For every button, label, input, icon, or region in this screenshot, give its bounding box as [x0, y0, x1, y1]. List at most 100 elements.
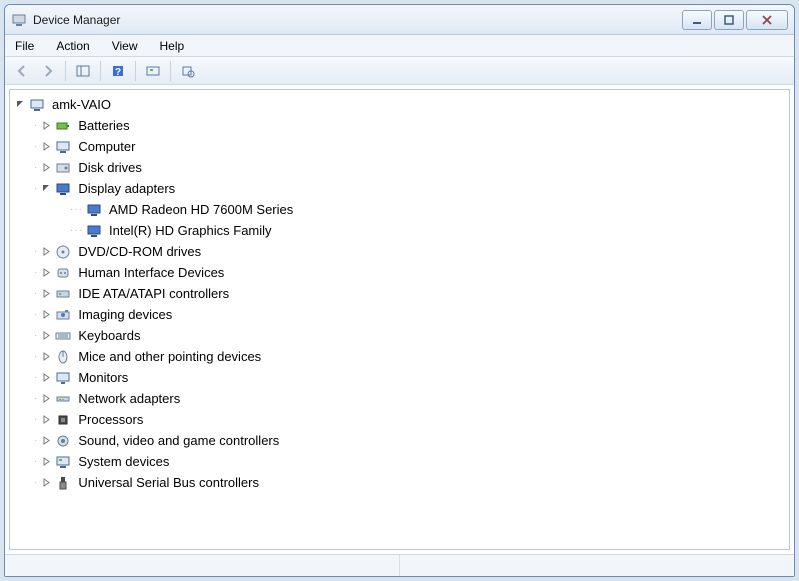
- expand-icon[interactable]: [40, 477, 52, 489]
- tree-category[interactable]: ·DVD/CD-ROM drives: [12, 241, 787, 262]
- tree-category[interactable]: ·Mice and other pointing devices: [12, 346, 787, 367]
- tree-device[interactable]: ··· AMD Radeon HD 7600M Series: [12, 199, 787, 220]
- display-icon: [54, 181, 72, 197]
- menu-view[interactable]: View: [108, 37, 142, 55]
- tree-guide: ·: [34, 120, 38, 131]
- tree-category[interactable]: ·IDE ATA/ATAPI controllers: [12, 283, 787, 304]
- expand-icon[interactable]: [40, 393, 52, 405]
- optical-icon: [54, 244, 72, 260]
- expand-icon[interactable]: [40, 330, 52, 342]
- expand-icon[interactable]: [40, 141, 52, 153]
- menubar: File Action View Help: [5, 35, 794, 57]
- device-manager-window: Device Manager File Action View Help ? a…: [4, 4, 795, 577]
- expand-icon[interactable]: [40, 351, 52, 363]
- tree-guide: ·: [34, 309, 38, 320]
- expand-icon[interactable]: [40, 456, 52, 468]
- collapse-icon[interactable]: [14, 99, 26, 111]
- maximize-button[interactable]: [714, 10, 744, 30]
- tree-device[interactable]: ···Intel(R) HD Graphics Family: [12, 220, 787, 241]
- tree-category-label: System devices: [76, 453, 171, 470]
- tree-category[interactable]: · Computer: [12, 136, 787, 157]
- expand-icon[interactable]: [40, 288, 52, 300]
- tree-category[interactable]: · Disk drives: [12, 157, 787, 178]
- tree-guide: ·: [34, 183, 38, 194]
- status-cell: [400, 555, 794, 576]
- tree-guide: ·: [34, 456, 38, 467]
- properties-button[interactable]: [177, 60, 199, 82]
- system-icon: [54, 454, 72, 470]
- statusbar: [5, 554, 794, 576]
- tree-guide: ·: [34, 267, 38, 278]
- tree-category[interactable]: ·Monitors: [12, 367, 787, 388]
- tree-category-label: Display adapters: [76, 180, 177, 197]
- sound-icon: [54, 433, 72, 449]
- tree-device-label: AMD Radeon HD 7600M Series: [107, 201, 295, 218]
- computer-icon: [54, 139, 72, 155]
- minimize-button[interactable]: [682, 10, 712, 30]
- tree-category[interactable]: ·Batteries: [12, 115, 787, 136]
- imaging-icon: [54, 307, 72, 323]
- tree-guide: ·: [34, 414, 38, 425]
- tree-guide: ·: [34, 246, 38, 257]
- tree-category[interactable]: · Sound, video and game controllers: [12, 430, 787, 451]
- expand-icon[interactable]: [40, 120, 52, 132]
- tree-guide: ·: [34, 141, 38, 152]
- cpu-icon: [54, 412, 72, 428]
- network-icon: [54, 391, 72, 407]
- device-tree[interactable]: amk-VAIO·Batteries·Computer·Disk drives·…: [9, 89, 790, 550]
- tree-category[interactable]: · Processors: [12, 409, 787, 430]
- ide-icon: [54, 286, 72, 302]
- expand-icon[interactable]: [40, 267, 52, 279]
- scan-hardware-button[interactable]: [142, 60, 164, 82]
- window-controls: [682, 10, 788, 30]
- tree-guide: ·: [34, 162, 38, 173]
- tree-category[interactable]: · Keyboards: [12, 325, 787, 346]
- menu-file[interactable]: File: [11, 37, 38, 55]
- tree-category-label: Computer: [76, 138, 137, 155]
- tree-category[interactable]: ·Network adapters: [12, 388, 787, 409]
- window-title: Device Manager: [33, 13, 676, 27]
- tree-guide: ·: [34, 435, 38, 446]
- expand-icon[interactable]: [40, 246, 52, 258]
- toolbar-separator: [170, 61, 171, 81]
- tree-category-label: Disk drives: [76, 159, 144, 176]
- toolbar-separator: [65, 61, 66, 81]
- tree-category[interactable]: · System devices: [12, 451, 787, 472]
- svg-text:?: ?: [115, 67, 121, 78]
- back-button[interactable]: [11, 60, 33, 82]
- menu-action[interactable]: Action: [52, 37, 93, 55]
- tree-guide: ···: [70, 204, 83, 215]
- tree-guide: ···: [70, 225, 83, 236]
- tree-category[interactable]: ·Human Interface Devices: [12, 262, 787, 283]
- computer-icon: [28, 97, 46, 113]
- tree-category-label: Sound, video and game controllers: [76, 432, 281, 449]
- tree-category-label: Keyboards: [76, 327, 142, 344]
- tree-category[interactable]: · Imaging devices: [12, 304, 787, 325]
- status-cell: [5, 555, 400, 576]
- titlebar[interactable]: Device Manager: [5, 5, 794, 35]
- close-button[interactable]: [746, 10, 788, 30]
- tree-guide: ·: [34, 330, 38, 341]
- expand-icon[interactable]: [40, 309, 52, 321]
- show-hide-tree-button[interactable]: [72, 60, 94, 82]
- tree-category-label: Processors: [76, 411, 145, 428]
- expand-icon[interactable]: [40, 162, 52, 174]
- collapse-icon[interactable]: [40, 183, 52, 195]
- tree-category-label: Imaging devices: [76, 306, 174, 323]
- forward-button[interactable]: [37, 60, 59, 82]
- toolbar: ?: [5, 57, 794, 85]
- expand-icon[interactable]: [40, 372, 52, 384]
- tree-category-label: Monitors: [76, 369, 130, 386]
- expand-icon[interactable]: [40, 435, 52, 447]
- tree-category-label: Mice and other pointing devices: [76, 348, 263, 365]
- tree-category[interactable]: ·Universal Serial Bus controllers: [12, 472, 787, 493]
- tree-root[interactable]: amk-VAIO: [12, 94, 787, 115]
- mouse-icon: [54, 349, 72, 365]
- tree-category[interactable]: · Display adapters: [12, 178, 787, 199]
- usb-icon: [54, 475, 72, 491]
- menu-help[interactable]: Help: [156, 37, 189, 55]
- expand-icon[interactable]: [40, 414, 52, 426]
- display-icon: [85, 202, 103, 218]
- hid-icon: [54, 265, 72, 281]
- help-button[interactable]: ?: [107, 60, 129, 82]
